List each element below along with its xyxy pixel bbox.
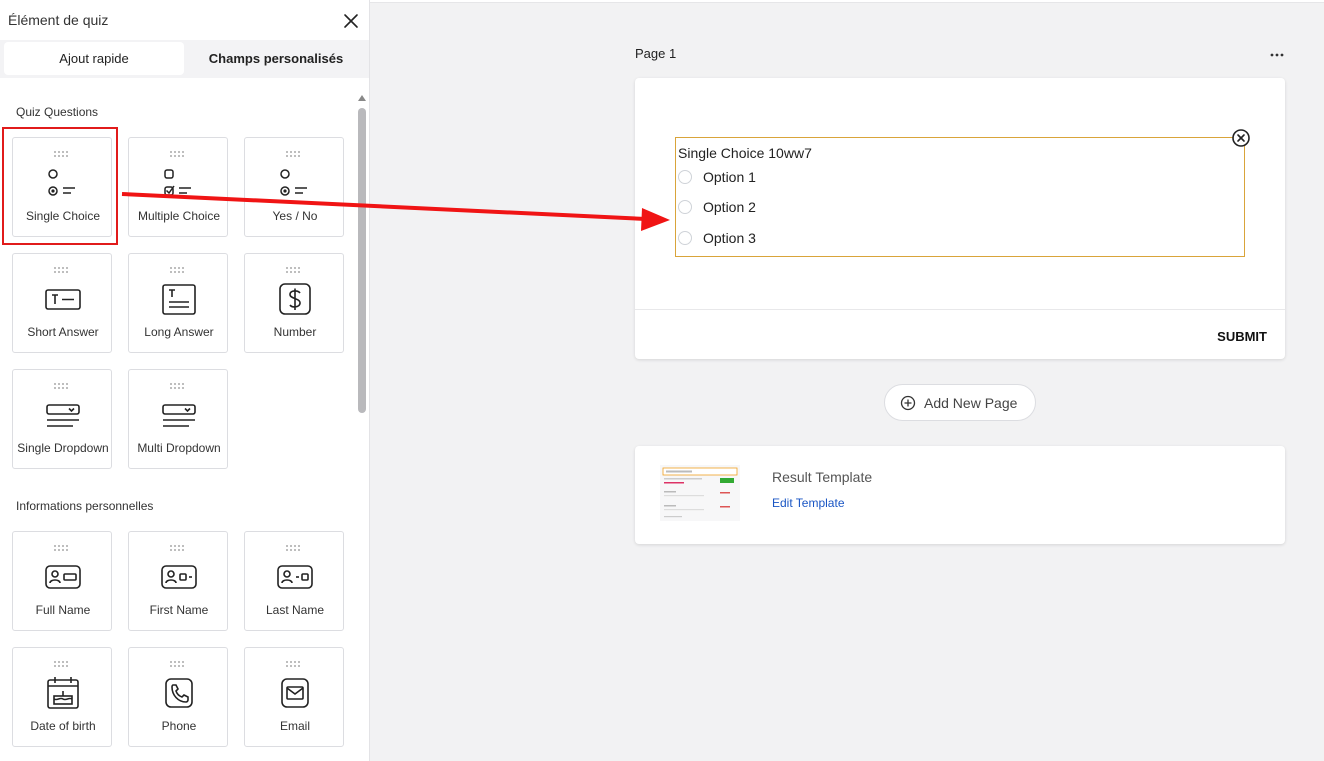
radio-button[interactable] <box>678 200 692 214</box>
multiple-choice-icon <box>164 169 191 196</box>
drag-handle-icon <box>170 151 184 157</box>
drag-handle-icon <box>286 661 300 667</box>
option-2[interactable]: Option 2 <box>678 197 756 217</box>
result-template-thumbnail[interactable] <box>660 465 740 521</box>
single-choice-icon <box>48 169 75 196</box>
add-new-page-button[interactable]: Add New Page <box>884 384 1036 421</box>
element-card-label: Multi Dropdown <box>137 441 221 455</box>
long-answer-icon <box>162 284 196 315</box>
section-title-personal-info: Informations personnelles <box>16 499 154 513</box>
panel-header: Élément de quiz <box>0 0 369 40</box>
id-card-icon <box>161 565 197 589</box>
dropdown-icon <box>162 404 196 427</box>
close-panel-button[interactable] <box>342 12 360 30</box>
phone-icon <box>165 678 193 708</box>
edit-template-link[interactable]: Edit Template <box>772 496 845 510</box>
dollar-icon <box>279 283 311 315</box>
top-bar <box>370 0 1324 3</box>
id-card-icon <box>277 565 313 589</box>
add-new-page-label: Add New Page <box>924 394 1018 411</box>
id-card-icon <box>45 565 81 589</box>
tab-custom-fields[interactable]: Champs personalisés <box>186 42 366 75</box>
element-card-single-dropdown[interactable]: Single Dropdown <box>12 369 112 469</box>
element-card-label: Last Name <box>265 603 325 617</box>
element-card-label: Short Answer <box>27 325 99 339</box>
element-card-label: First Name <box>149 603 209 617</box>
scroll-up-arrow-icon[interactable] <box>358 95 366 101</box>
mail-icon <box>281 678 309 708</box>
drag-handle-icon <box>286 545 300 551</box>
element-card-phone[interactable]: Phone <box>128 647 228 747</box>
element-card-short-answer[interactable]: Short Answer <box>12 253 112 353</box>
element-card-multi-dropdown[interactable]: Multi Dropdown <box>128 369 228 469</box>
element-card-single-choice[interactable]: Single Choice <box>12 137 112 237</box>
option-label: Option 2 <box>703 199 756 215</box>
element-card-label: Yes / No <box>272 209 318 223</box>
drag-handle-icon <box>54 661 68 667</box>
element-card-label: Multiple Choice <box>137 209 221 223</box>
submit-button[interactable]: SUBMIT <box>1197 326 1267 346</box>
element-card-full-name[interactable]: Full Name <box>12 531 112 631</box>
drag-handle-icon <box>170 545 184 551</box>
element-card-email[interactable]: Email <box>244 647 344 747</box>
page-menu-button[interactable] <box>1266 46 1288 62</box>
element-card-label: Email <box>279 719 310 733</box>
drag-handle-icon <box>54 383 68 389</box>
panel-title: Élément de quiz <box>8 12 109 28</box>
divider <box>635 309 1285 310</box>
remove-question-button[interactable] <box>1231 128 1251 148</box>
drag-handle-icon <box>170 661 184 667</box>
radio-button[interactable] <box>678 170 692 184</box>
drag-handle-icon <box>170 267 184 273</box>
element-card-last-name[interactable]: Last Name <box>244 531 344 631</box>
quiz-element-panel: Élément de quiz Ajout rapide Champs pers… <box>0 0 370 761</box>
element-card-label: Date of birth <box>30 719 96 733</box>
tab-quick-add[interactable]: Ajout rapide <box>4 42 184 75</box>
section-title-quiz-questions: Quiz Questions <box>16 105 99 119</box>
radio-button[interactable] <box>678 231 692 245</box>
drag-handle-icon <box>54 151 68 157</box>
form-page-card: Single Choice 10ww7 Option 1 Option 2 Op… <box>635 78 1285 359</box>
option-1[interactable]: Option 1 <box>678 167 756 187</box>
calendar-cake-icon <box>47 677 79 709</box>
option-label: Option 3 <box>703 230 756 246</box>
element-card-first-name[interactable]: First Name <box>128 531 228 631</box>
dropdown-icon <box>46 404 80 427</box>
short-answer-icon <box>45 289 81 310</box>
option-label: Option 1 <box>703 169 756 185</box>
element-card-label: Long Answer <box>144 325 214 339</box>
element-card-yes-no[interactable]: Yes / No <box>244 137 344 237</box>
yes-no-icon <box>280 169 307 196</box>
element-card-date-of-birth[interactable]: Date of birth <box>12 647 112 747</box>
drag-handle-icon <box>54 267 68 273</box>
more-horizontal-icon <box>1270 53 1284 57</box>
element-card-label: Number <box>273 325 317 339</box>
drag-handle-icon <box>286 151 300 157</box>
element-card-number[interactable]: Number <box>244 253 344 353</box>
result-template-card: Result Template Edit Template <box>635 446 1285 544</box>
question-title: Single Choice 10ww7 <box>678 145 812 161</box>
drag-handle-icon <box>54 545 68 551</box>
element-card-label: Full Name <box>35 603 91 617</box>
element-card-label: Phone <box>161 719 197 733</box>
page-title: Page 1 <box>635 46 677 61</box>
close-circle-icon <box>1232 129 1250 147</box>
close-icon <box>344 14 358 28</box>
element-card-multiple-choice[interactable]: Multiple Choice <box>128 137 228 237</box>
question-single-choice[interactable]: Single Choice 10ww7 Option 1 Option 2 Op… <box>675 137 1245 257</box>
drag-handle-icon <box>286 267 300 273</box>
element-card-label: Single Choice <box>25 209 101 223</box>
drag-handle-icon <box>170 383 184 389</box>
option-3[interactable]: Option 3 <box>678 228 756 248</box>
scrollbar-thumb[interactable] <box>358 108 366 413</box>
panel-tabs: Ajout rapide Champs personalisés <box>0 40 369 78</box>
result-template-title: Result Template <box>772 469 873 485</box>
element-card-long-answer[interactable]: Long Answer <box>128 253 228 353</box>
plus-circle-icon <box>900 395 916 410</box>
element-card-label: Single Dropdown <box>17 441 109 455</box>
